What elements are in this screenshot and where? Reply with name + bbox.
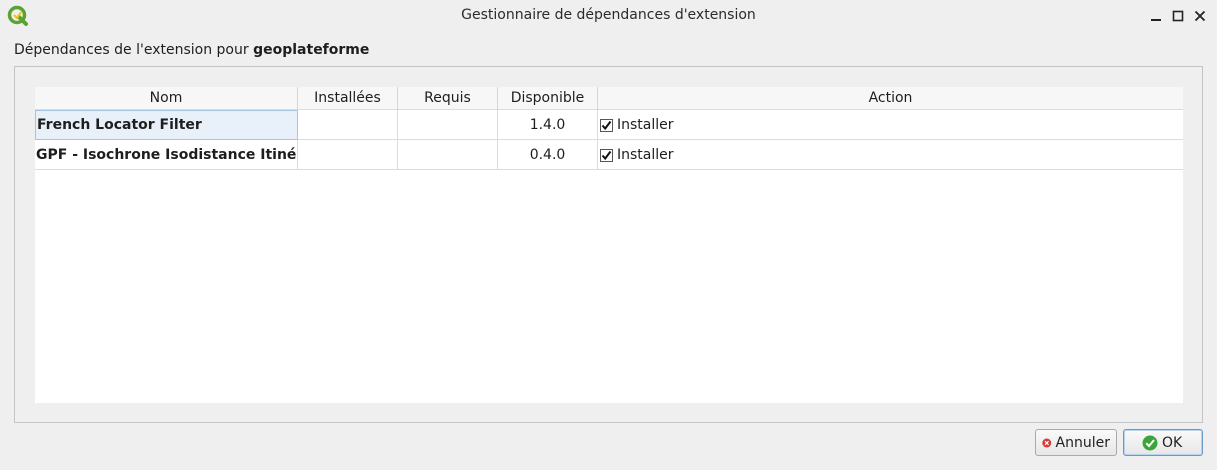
column-header-installed[interactable]: Installées bbox=[298, 87, 398, 110]
install-label: Installer bbox=[617, 117, 674, 133]
plugin-name: geoplateforme bbox=[253, 42, 370, 58]
cancel-button[interactable]: Annuler bbox=[1035, 429, 1117, 456]
cell-installed[interactable] bbox=[298, 110, 398, 140]
cancel-label: Annuler bbox=[1055, 434, 1110, 451]
maximize-button[interactable] bbox=[1168, 6, 1188, 26]
cell-available[interactable]: 1.4.0 bbox=[498, 110, 598, 140]
cell-action[interactable]: Installer bbox=[598, 140, 1183, 170]
column-header-action[interactable]: Action bbox=[598, 87, 1183, 110]
cell-action[interactable]: Installer bbox=[598, 110, 1183, 140]
column-header-required[interactable]: Requis bbox=[398, 87, 498, 110]
minimize-button[interactable] bbox=[1146, 6, 1166, 26]
column-header-name[interactable]: Nom bbox=[35, 87, 298, 110]
install-checkbox[interactable] bbox=[600, 149, 613, 162]
install-label: Installer bbox=[617, 147, 674, 163]
checkmark-icon bbox=[601, 120, 612, 131]
table-header: Nom Installées Requis Disponible Action bbox=[35, 87, 1183, 110]
table-row[interactable]: GPF - Isochrone Isodistance Itinéraire 0… bbox=[35, 140, 1183, 170]
minimize-icon bbox=[1151, 19, 1161, 21]
header-prefix: Dépendances de l'extension pour bbox=[14, 42, 254, 58]
column-header-available[interactable]: Disponible bbox=[498, 87, 598, 110]
ok-label: OK bbox=[1162, 434, 1183, 451]
cell-available[interactable]: 0.4.0 bbox=[498, 140, 598, 170]
checkmark-icon bbox=[601, 150, 612, 161]
ok-button[interactable]: OK bbox=[1123, 429, 1203, 456]
ok-icon bbox=[1142, 435, 1158, 450]
cell-name[interactable]: GPF - Isochrone Isodistance Itinéraire bbox=[35, 140, 298, 170]
close-button[interactable] bbox=[1190, 6, 1210, 26]
cell-required[interactable] bbox=[398, 110, 498, 140]
install-checkbox[interactable] bbox=[600, 119, 613, 132]
table-row[interactable]: French Locator Filter 1.4.0 Installer bbox=[35, 110, 1183, 140]
title-bar: Gestionnaire de dépendances d'extension bbox=[0, 0, 1217, 32]
window-title: Gestionnaire de dépendances d'extension bbox=[461, 7, 756, 23]
dependencies-header: Dépendances de l'extension pour geoplate… bbox=[14, 42, 369, 58]
cell-required[interactable] bbox=[398, 140, 498, 170]
maximize-icon bbox=[1172, 10, 1184, 22]
dependencies-group: Nom Installées Requis Disponible Action … bbox=[14, 66, 1203, 423]
cell-installed[interactable] bbox=[298, 140, 398, 170]
cell-name[interactable]: French Locator Filter bbox=[35, 110, 298, 140]
dependencies-table[interactable]: Nom Installées Requis Disponible Action … bbox=[35, 87, 1183, 403]
close-icon bbox=[1194, 10, 1206, 22]
cancel-icon bbox=[1042, 438, 1052, 447]
